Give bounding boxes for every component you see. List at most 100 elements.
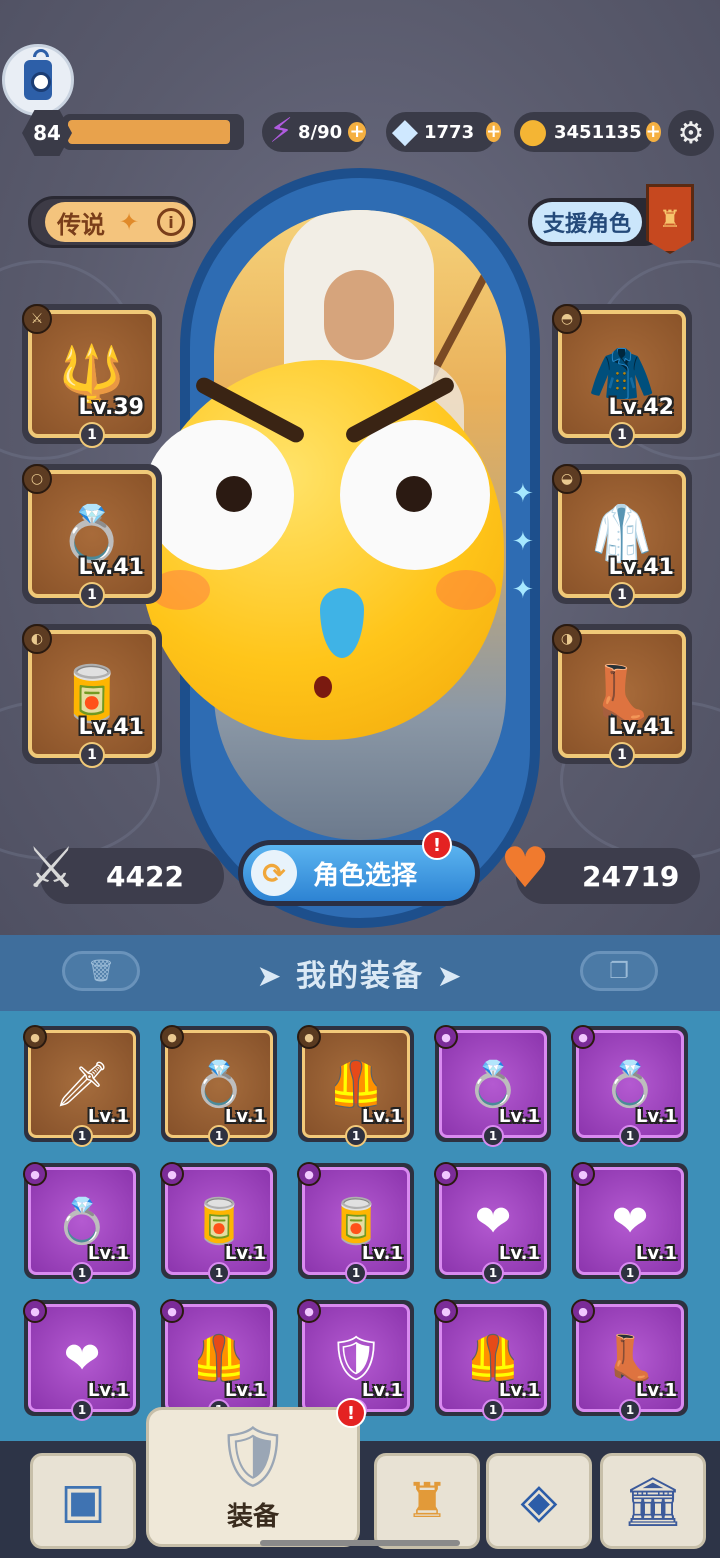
inventory-item[interactable]: ● ❤ Lv.1 1 [571, 1162, 688, 1284]
nav-chest-button[interactable]: ▣ [30, 1453, 136, 1549]
slot-level: Lv.41 [608, 715, 674, 740]
settings-button[interactable]: ⚙ [668, 110, 714, 156]
inventory-item[interactable]: ● 💍 Lv.1 1 [160, 1025, 277, 1147]
attack-stat: ⚔ 4422 [26, 836, 224, 904]
item-frame: ● ❤ Lv.1 1 [434, 1162, 547, 1284]
inventory-item[interactable]: ● 👢 Lv.1 1 [571, 1299, 688, 1421]
add-energy-button[interactable]: + [348, 122, 366, 142]
info-icon[interactable]: i [157, 208, 185, 236]
red-scarf-icon: ❤ [611, 1195, 649, 1247]
bracer-icon: 🥫 [191, 1196, 247, 1247]
item-type-icon: ● [160, 1162, 184, 1186]
slot-level: Lv.41 [78, 555, 144, 580]
heart-icon: ♥ [500, 836, 551, 901]
slot-count: 1 [79, 422, 105, 448]
inventory-item[interactable]: ● 💍 Lv.1 1 [434, 1025, 551, 1147]
nav-tower-button[interactable]: ♜ [374, 1453, 480, 1549]
camera-button[interactable] [2, 44, 74, 116]
copy-button[interactable]: ❐ [580, 951, 658, 991]
item-level: Lv.1 [635, 1243, 677, 1264]
nav-equipment-label: 装备 [226, 1502, 279, 1532]
inventory-item[interactable]: ● 🥫 Lv.1 1 [297, 1162, 414, 1284]
slot-frame: ○ 💍 Lv.41 1 [22, 464, 156, 608]
item-frame: ● 💍 Lv.1 1 [434, 1025, 547, 1147]
chest-armor-icon: 🦺 [328, 1059, 384, 1110]
inventory-item[interactable]: ● 🗡 Lv.1 1 [23, 1025, 140, 1147]
item-frame: ● 🥫 Lv.1 1 [160, 1162, 273, 1284]
treasure-chest-icon: ▣ [60, 1473, 106, 1529]
item-level: Lv.1 [498, 1380, 540, 1401]
cycle-icon: ⟳ [251, 850, 297, 896]
inventory-item[interactable]: ● 🥫 Lv.1 1 [160, 1162, 277, 1284]
banner-icon[interactable]: ♜ [646, 184, 694, 254]
item-frame: ● 💍 Lv.1 1 [160, 1025, 273, 1147]
emoji-pupil [396, 476, 432, 512]
item-count: 1 [619, 1125, 641, 1147]
add-gems-button[interactable]: + [486, 122, 502, 142]
inventory-item[interactable]: ● 💍 Lv.1 1 [23, 1162, 140, 1284]
item-frame: ●🦺Lv.11 [160, 1299, 273, 1421]
item-type-icon: ● [571, 1299, 595, 1323]
add-gold-button[interactable]: + [645, 122, 661, 142]
item-count: 1 [482, 1399, 504, 1421]
item-frame: ● 💍 Lv.1 1 [571, 1025, 684, 1147]
gem-ring-icon: 💍 [191, 1059, 247, 1110]
inventory-item[interactable]: ●🦺Lv.11 [297, 1025, 414, 1147]
dark-armor-icon: 🦺 [465, 1333, 521, 1384]
rarity-tag[interactable]: 传说 ✦ i [28, 196, 196, 248]
equipped-slot-left[interactable]: ⚔ 🔱 Lv.39 1 [22, 304, 162, 448]
star-icon: ✦ [119, 208, 140, 236]
item-level: Lv.1 [224, 1243, 266, 1264]
tower-icon: ♜ [405, 1473, 449, 1529]
item-level: Lv.1 [224, 1380, 266, 1401]
item-frame: ● 🗡 Lv.1 1 [23, 1025, 136, 1147]
nav-equipment-button[interactable]: 🛡 装备 [146, 1407, 360, 1547]
item-type-icon: ● [297, 1299, 321, 1323]
item-frame: ● 👢 Lv.1 1 [571, 1299, 684, 1421]
slot-level: Lv.42 [608, 395, 674, 420]
gold-pill[interactable]: ● 3451135 + [514, 111, 661, 152]
item-level: Lv.1 [87, 1380, 129, 1401]
support-label: 支援角色 [532, 202, 642, 242]
equipped-slot-left[interactable]: ◐ 🥫 Lv.41 1 [22, 624, 162, 768]
item-count: 1 [71, 1262, 93, 1284]
boots-slot-icon: ◑ [552, 624, 582, 654]
wifi-icon [33, 49, 49, 57]
item-frame: ● 🥫 Lv.1 1 [297, 1162, 410, 1284]
inventory-item[interactable]: ● 💍 Lv.1 1 [571, 1025, 688, 1147]
equipped-slot-right[interactable]: ◓ 🧥 Lv.42 1 [552, 304, 692, 448]
item-frame: ●🛡Lv.11 [297, 1299, 410, 1421]
xp-fill [68, 120, 230, 144]
item-level: Lv.1 [361, 1106, 403, 1127]
item-frame: ●🦺Lv.11 [434, 1299, 547, 1421]
inventory-item[interactable]: ●🦺Lv.11 [160, 1299, 277, 1421]
slot-count: 1 [609, 742, 635, 768]
attack-value: 4422 [106, 859, 184, 893]
ring-slot-icon: ○ [22, 464, 52, 494]
red-scarf-icon: ❤ [474, 1195, 512, 1247]
crossed-swords-icon: ⚔ [26, 836, 77, 901]
arrow-right-icon: ➤ [436, 959, 464, 994]
gems-pill[interactable]: ◆ 1773 + [386, 111, 502, 152]
emoji-eye-right [340, 420, 490, 570]
inventory-item[interactable]: ●🦺Lv.11 [434, 1299, 551, 1421]
gold-coins-icon: ● [518, 111, 548, 151]
inventory-item[interactable]: ● ❤ Lv.1 1 [23, 1299, 140, 1421]
item-level: Lv.1 [498, 1243, 540, 1264]
equipped-slot-right[interactable]: ◑ 👢 Lv.41 1 [552, 624, 692, 768]
ring-icon: 💍 [602, 1059, 658, 1110]
item-level: Lv.1 [87, 1106, 129, 1127]
item-type-icon: ● [571, 1025, 595, 1049]
item-type-icon: ● [23, 1025, 47, 1049]
nav-temple-button[interactable]: 🏛 [600, 1453, 706, 1549]
equipped-slot-left[interactable]: ○ 💍 Lv.41 1 [22, 464, 162, 608]
equipped-slot-right[interactable]: ◒ 🥼 Lv.41 1 [552, 464, 692, 608]
nav-skill-button[interactable]: ◈ [486, 1453, 592, 1549]
gems-value: 1773 [424, 121, 475, 143]
arrow-left-icon: ➤ [256, 959, 284, 994]
inventory-item[interactable]: ● ❤ Lv.1 1 [434, 1162, 551, 1284]
item-level: Lv.1 [498, 1106, 540, 1127]
item-type-icon: ● [297, 1162, 321, 1186]
emoji-mouth [314, 676, 332, 698]
energy-pill[interactable]: ⚡ 8/90 + [262, 111, 366, 152]
